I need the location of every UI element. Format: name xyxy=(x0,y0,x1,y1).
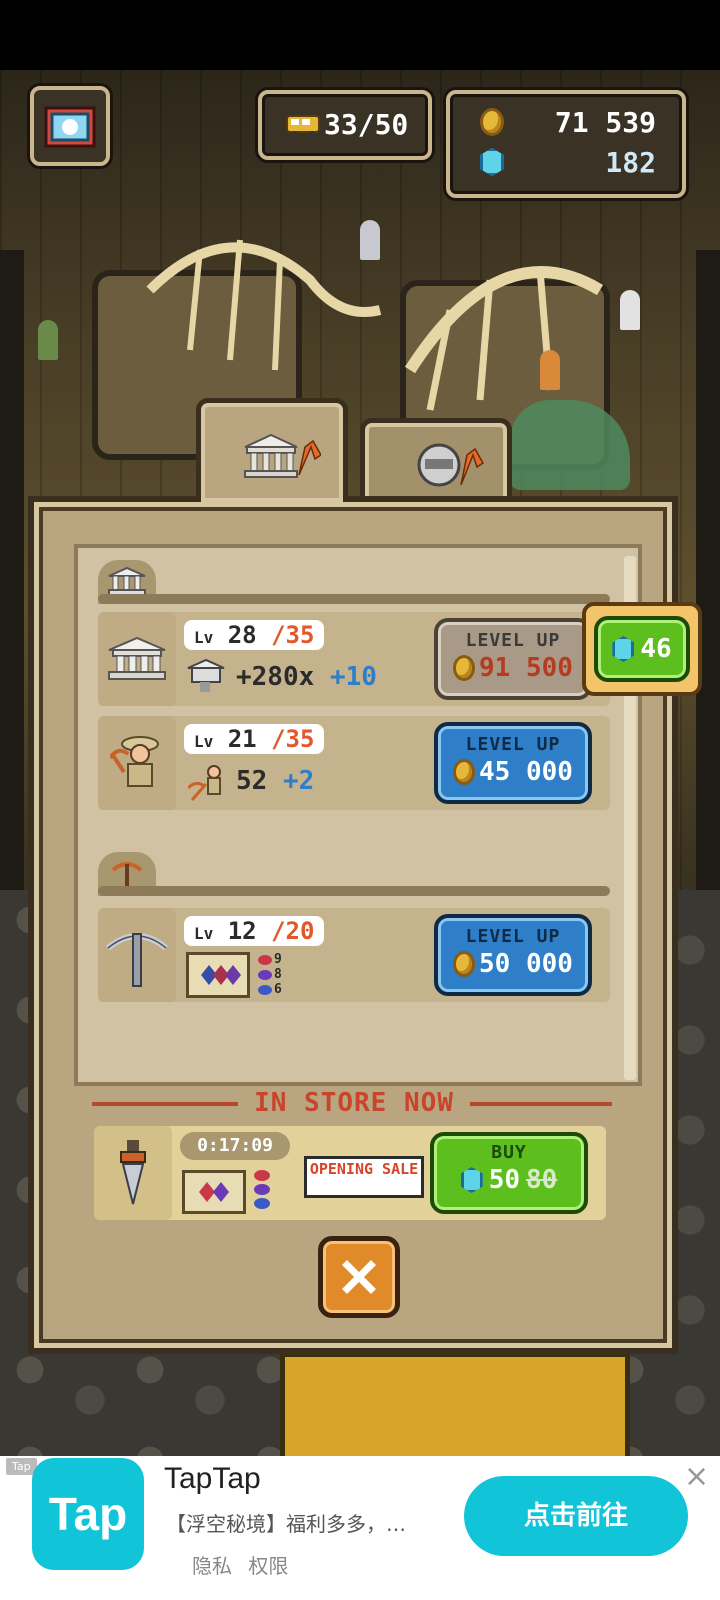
buy-button[interactable]: BUY 50 80 xyxy=(430,1132,588,1214)
max-level: /35 xyxy=(271,725,315,753)
close-button[interactable] xyxy=(318,1236,400,1318)
lv-prefix: Lv xyxy=(194,924,214,943)
level-up-button[interactable]: LEVEL UP 50 000 xyxy=(434,914,592,996)
privacy-link[interactable]: 隐私 xyxy=(192,1554,232,1578)
coin-icon xyxy=(480,108,504,136)
level-up-price: 45 000 xyxy=(479,757,573,787)
tab-robot-upgrades[interactable] xyxy=(360,418,512,502)
current-level: 21 xyxy=(227,725,257,753)
store-title: IN STORE NOW xyxy=(238,1088,470,1120)
level-up-button[interactable]: LEVEL UP 45 000 xyxy=(434,722,592,804)
section-divider xyxy=(98,594,610,604)
visitor-income-icon xyxy=(187,658,225,692)
stat-value: 52 +2 xyxy=(236,766,314,796)
drill-icon xyxy=(94,1126,172,1220)
lv-prefix: Lv xyxy=(194,732,214,751)
chance-value: 6 xyxy=(274,982,282,997)
ore-chances: 9 8 6 xyxy=(258,952,282,997)
ore-map-icon xyxy=(186,952,250,998)
gem-price: 46 xyxy=(640,634,672,664)
visitor-counter: 33/50 xyxy=(258,90,432,160)
gem-icon xyxy=(612,636,635,662)
ad-title: TapTap xyxy=(164,1462,261,1495)
level-tag: Lv 21 /35 xyxy=(184,724,325,754)
steel-pickaxe-icon xyxy=(98,908,176,1002)
coin-icon xyxy=(453,951,476,977)
visitor xyxy=(620,290,640,330)
permissions-link[interactable]: 权限 xyxy=(248,1554,288,1578)
buy-label: BUY xyxy=(491,1142,527,1163)
level-up-button-disabled[interactable]: LEVEL UP 91 500 xyxy=(434,618,592,700)
level-up-label: LEVEL UP xyxy=(465,630,561,651)
visitor xyxy=(360,220,380,260)
upgrade-list: Lv 28 /35 +280x +10 LEVEL UP 91 500 Lv 2… xyxy=(74,544,642,1086)
currency-panel: 71 539 182 xyxy=(446,90,686,198)
chance-value: 9 xyxy=(274,952,282,967)
ore-stack-icon xyxy=(254,1170,272,1209)
upgrade-row-museum: Lv 28 /35 +280x +10 LEVEL UP 91 500 xyxy=(98,612,610,706)
gem-level-up-popout: 46 xyxy=(582,602,702,696)
red-ore-icon xyxy=(258,954,272,965)
level-tag: Lv 28 /35 xyxy=(184,620,325,650)
lv-prefix: Lv xyxy=(194,628,214,647)
visitor xyxy=(38,320,58,360)
dinosaur-skeleton-icon xyxy=(146,239,604,411)
museum-upgrade-icon xyxy=(244,433,321,478)
taptap-logo[interactable]: Tap xyxy=(32,1458,144,1570)
bus-icon xyxy=(286,115,320,137)
upgrade-row-pickaxe: Lv 12 /20 9 8 6 LEVEL UP 50 000 xyxy=(98,908,610,1002)
sale-price: 50 xyxy=(488,1165,520,1195)
wall-pillar-left xyxy=(0,250,24,890)
level-up-label: LEVEL UP xyxy=(465,734,561,755)
ad-close-icon[interactable]: × xyxy=(684,1462,709,1492)
upgrade-panel: Lv 28 /35 +280x +10 LEVEL UP 91 500 Lv 2… xyxy=(28,496,678,1354)
offer-timer: 0:17:09 xyxy=(180,1132,290,1160)
robot-upgrade-icon xyxy=(417,443,484,487)
blue-ore-icon xyxy=(258,984,272,995)
purple-ore-icon xyxy=(258,969,272,980)
gem-icon xyxy=(460,1167,483,1193)
status-bar xyxy=(0,0,720,70)
camera-icon xyxy=(44,106,96,148)
ore-map-icon xyxy=(182,1170,246,1214)
coin-amount: 71 539 xyxy=(554,106,656,139)
wall-pillar-right xyxy=(696,250,720,890)
gem-amount: 182 xyxy=(605,146,656,179)
stat-bonus: +10 xyxy=(329,662,377,692)
level-up-label: LEVEL UP xyxy=(465,926,561,947)
level-up-price: 50 000 xyxy=(479,949,573,979)
stat-value: +280x +10 xyxy=(236,662,377,692)
archaeologist-icon xyxy=(98,716,176,810)
ad-links: 隐私 权限 xyxy=(192,1550,288,1579)
gem-icon xyxy=(480,148,504,176)
stat-bonus: +2 xyxy=(282,766,315,796)
close-icon xyxy=(342,1260,376,1294)
stat-main: +280x xyxy=(236,662,315,692)
max-level: /20 xyxy=(271,917,315,945)
coin-icon xyxy=(453,759,476,785)
ad-description: 【浮空秘境】福利多多，… xyxy=(166,1512,406,1536)
opening-sale-tag: OPENING SALE xyxy=(304,1156,424,1198)
section-divider xyxy=(98,886,610,896)
original-price: 80 xyxy=(526,1165,558,1195)
current-level: 28 xyxy=(227,621,257,649)
ad-cta-button[interactable]: 点击前往 xyxy=(464,1476,688,1556)
gem-level-up-button[interactable]: 46 xyxy=(594,616,690,682)
museum-building-icon xyxy=(98,612,176,706)
current-level: 12 xyxy=(227,917,257,945)
level-up-price: 91 500 xyxy=(479,653,573,683)
stat-main: 52 xyxy=(236,766,268,796)
ad-banner[interactable]: Tap Tap TapTap 【浮空秘境】福利多多，… 隐私 权限 点击前往 × xyxy=(0,1456,720,1600)
visitor-count: 33/50 xyxy=(324,108,409,141)
coin-icon xyxy=(453,655,476,681)
tab-museum-upgrades[interactable] xyxy=(196,398,348,502)
digger-icon xyxy=(188,765,221,801)
visitor xyxy=(540,350,560,390)
upgrade-row-archaeologist: Lv 21 /35 52 +2 LEVEL UP 45 000 xyxy=(98,716,610,810)
store-offer: 0:17:09 OPENING SALE BUY 50 80 xyxy=(94,1126,606,1220)
level-tag: Lv 12 /20 xyxy=(184,916,325,946)
chance-value: 8 xyxy=(274,967,282,982)
camera-button[interactable] xyxy=(30,86,110,166)
max-level: /35 xyxy=(271,621,315,649)
